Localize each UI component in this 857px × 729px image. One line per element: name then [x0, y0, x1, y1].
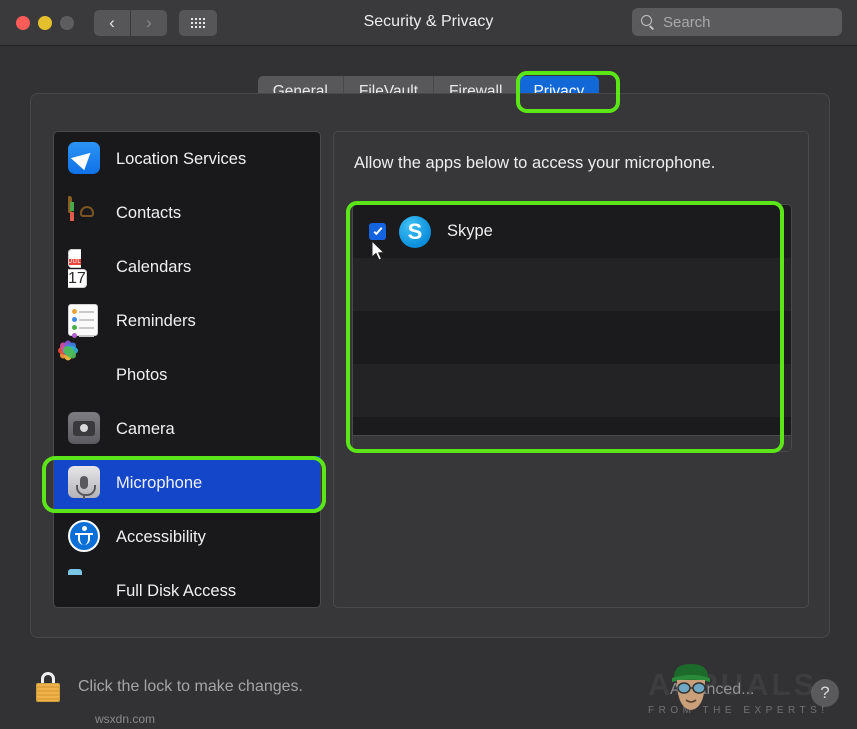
app-list-empty-row	[353, 364, 791, 417]
mouse-cursor	[371, 240, 385, 261]
microphone-icon	[68, 466, 102, 500]
watermark-tagline: FROM THE EXPERTS!	[648, 705, 829, 716]
photos-icon	[57, 340, 102, 392]
sidebar-item-full-disk-access[interactable]: Full Disk Access	[54, 564, 320, 607]
sidebar-item-location-services[interactable]: Location Services	[54, 132, 320, 186]
location-services-icon	[68, 142, 102, 176]
sidebar-item-label: Photos	[116, 365, 168, 384]
app-list-empty-row	[353, 311, 791, 364]
sidebar-item-calendars[interactable]: JUL 17 Calendars	[54, 240, 320, 294]
skype-checkbox[interactable]	[369, 223, 386, 240]
app-list-footer	[353, 435, 791, 451]
calendar-day: 17	[68, 270, 86, 287]
sidebar-item-reminders[interactable]: Reminders	[54, 294, 320, 348]
search-icon	[641, 14, 656, 30]
security-privacy-window: ‹ › Security & Privacy Search General Fi…	[0, 0, 857, 729]
sidebar-item-photos[interactable]: Photos	[54, 340, 320, 402]
sidebar-item-label: Camera	[116, 419, 175, 438]
search-placeholder: Search	[663, 13, 711, 31]
sidebar-item-camera[interactable]: Camera	[54, 402, 320, 456]
watermark-secondary: Advanced...	[670, 681, 755, 698]
help-button[interactable]: ?	[811, 679, 839, 707]
checkmark-icon	[373, 225, 382, 236]
watermark-mascot-icon	[672, 664, 710, 710]
title-bar: ‹ › Security & Privacy Search	[0, 0, 857, 46]
reminders-icon	[68, 304, 102, 338]
camera-icon	[68, 412, 102, 446]
sidebar-item-label: Calendars	[116, 257, 192, 276]
calendars-icon: JUL 17	[68, 249, 102, 288]
app-list-empty-row	[353, 258, 791, 311]
permission-description: Allow the apps below to access your micr…	[354, 154, 716, 172]
permission-content: Allow the apps below to access your micr…	[333, 131, 809, 608]
sidebar-item-label: Accessibility	[116, 527, 206, 546]
app-permission-list[interactable]: S Skype	[352, 204, 792, 452]
sidebar-item-label: Microphone	[116, 473, 203, 492]
sidebar-item-label: Location Services	[116, 149, 247, 168]
sidebar-item-label: Full Disk Access	[116, 581, 237, 600]
skype-icon: S	[399, 215, 431, 248]
contacts-icon	[68, 196, 102, 230]
privacy-panel: Location Services Contacts JUL 17 Calend…	[30, 93, 830, 638]
folder-icon	[68, 574, 102, 607]
lock-hint-label: Click the lock to make changes.	[78, 678, 303, 695]
sidebar-item-label: Contacts	[116, 203, 182, 222]
lock-row[interactable]: Click the lock to make changes.	[34, 672, 303, 702]
app-list-item-skype[interactable]: S Skype	[353, 205, 791, 258]
sidebar-item-contacts[interactable]: Contacts	[54, 186, 320, 240]
app-name-label: Skype	[447, 222, 493, 240]
padlock-unlocked-icon[interactable]	[34, 672, 62, 702]
sidebar-item-microphone[interactable]: Microphone	[54, 456, 320, 510]
calendar-month: JUL	[69, 259, 82, 265]
privacy-category-list[interactable]: Location Services Contacts JUL 17 Calend…	[53, 131, 321, 608]
sidebar-item-accessibility[interactable]: Accessibility	[54, 510, 320, 564]
search-field[interactable]: Search	[632, 8, 842, 36]
sidebar-item-label: Reminders	[116, 311, 196, 330]
watermark-url: wsxdn.com	[95, 712, 156, 726]
accessibility-icon	[68, 520, 102, 554]
